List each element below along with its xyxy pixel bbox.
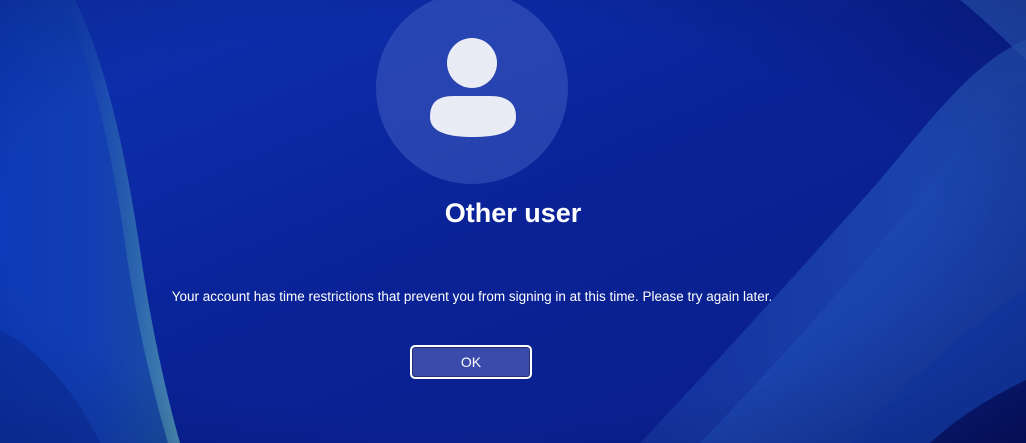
account-name: Other user [444, 198, 582, 228]
sign-in-error-message: Your account has time restrictions that … [171, 289, 773, 304]
ok-button[interactable]: OK [410, 345, 532, 379]
person-icon [430, 38, 516, 137]
user-avatar [376, 0, 568, 184]
